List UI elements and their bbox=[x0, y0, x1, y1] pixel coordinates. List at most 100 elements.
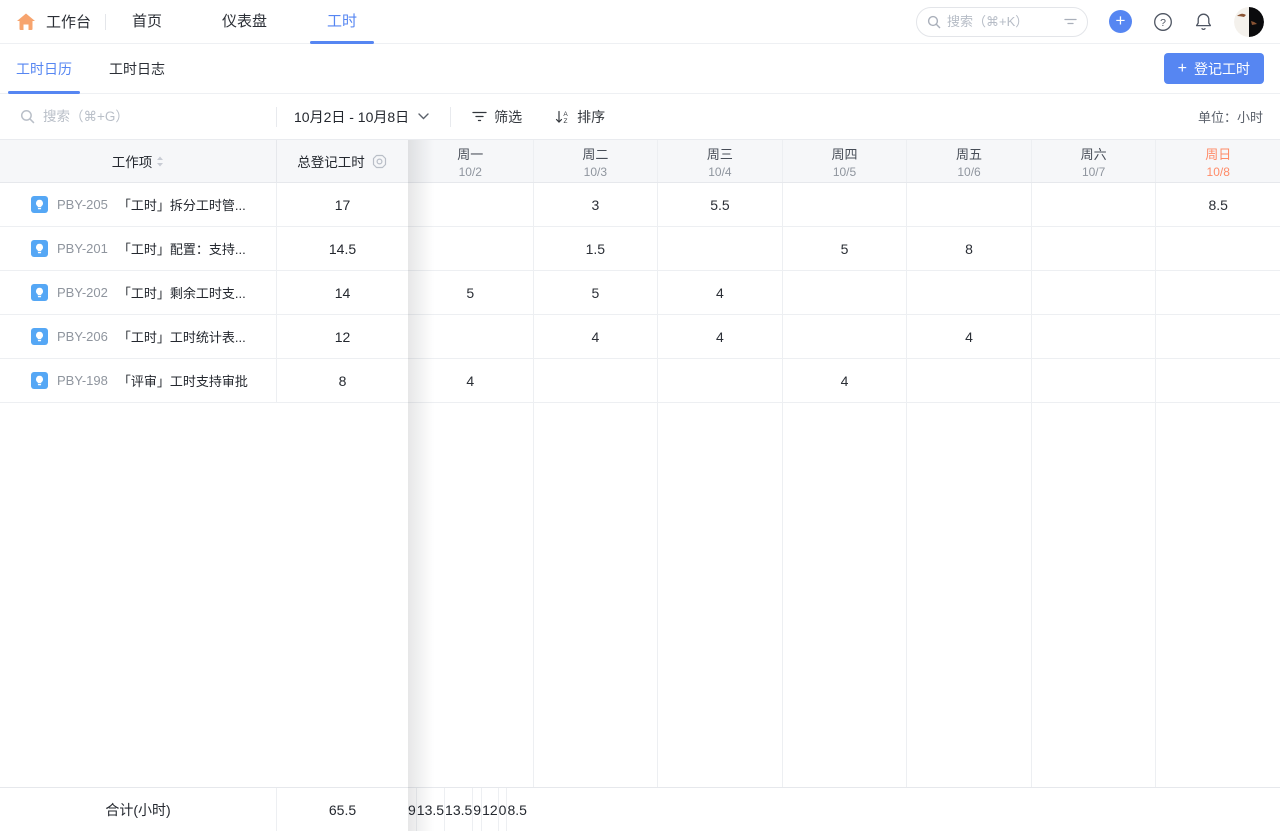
hours-cell[interactable] bbox=[1030, 183, 1156, 226]
register-hours-button[interactable]: + 登记工时 bbox=[1163, 53, 1264, 84]
hours-cell[interactable]: 4 bbox=[657, 315, 782, 358]
work-item-column-header[interactable]: 工作项 bbox=[0, 140, 277, 182]
tab-worktime-calendar[interactable]: 工时日历 bbox=[16, 44, 72, 94]
sort-az-icon: AZ bbox=[555, 110, 570, 124]
hours-cell[interactable]: 5 bbox=[408, 271, 533, 314]
day-column-header[interactable]: 周六 10/7 bbox=[1030, 140, 1156, 182]
create-new-button[interactable]: + bbox=[1109, 10, 1132, 33]
notification-bell-icon[interactable] bbox=[1194, 12, 1213, 32]
work-item-row[interactable]: PBY-205 「工时」拆分工时管... 17 bbox=[0, 183, 408, 227]
nav-item-worktime[interactable]: 工时 bbox=[327, 0, 357, 44]
filter-button[interactable]: 筛选 bbox=[472, 107, 522, 127]
nav-item-home[interactable]: 首页 bbox=[132, 0, 162, 44]
work-item-cell[interactable]: PBY-206 「工时」工时统计表... bbox=[0, 315, 277, 358]
totals-row-label: 合计(小时) bbox=[0, 788, 277, 831]
hours-cell[interactable] bbox=[1030, 359, 1156, 402]
day-column-header[interactable]: 周日 10/8 bbox=[1155, 140, 1280, 182]
search-filter-icon[interactable] bbox=[1064, 16, 1077, 28]
day-total-cell: 13.5 bbox=[444, 788, 472, 831]
hours-cell[interactable] bbox=[657, 227, 782, 270]
workbench-menu[interactable]: 工作台 bbox=[46, 11, 91, 32]
hours-cell[interactable]: 5 bbox=[781, 227, 907, 270]
sort-carets-icon[interactable] bbox=[156, 156, 164, 167]
total-hours-cell: 17 bbox=[334, 196, 351, 213]
work-item-row[interactable]: PBY-201 「工时」配置：支持... 14.5 bbox=[0, 227, 408, 271]
hours-cell[interactable]: 8 bbox=[906, 227, 1031, 270]
hours-cell[interactable]: 5 bbox=[532, 271, 658, 314]
hours-cell[interactable]: 4 bbox=[657, 271, 782, 314]
hours-cell[interactable] bbox=[906, 359, 1031, 402]
day-column-header[interactable]: 周四 10/5 bbox=[781, 140, 907, 182]
hours-cell[interactable] bbox=[906, 271, 1031, 314]
work-item-row[interactable]: PBY-202 「工时」剩余工时支... 14 bbox=[0, 271, 408, 315]
hours-cell[interactable] bbox=[408, 183, 533, 226]
work-item-cell[interactable]: PBY-205 「工时」拆分工时管... bbox=[0, 183, 277, 226]
hours-cell[interactable]: 4 bbox=[532, 315, 658, 358]
total-column-header: 总登记工时 bbox=[277, 140, 408, 182]
hours-cell[interactable]: 1.5 bbox=[532, 227, 658, 270]
tab-bar: 工时日历 工时日志 + 登记工时 bbox=[0, 44, 1280, 94]
hours-cell[interactable] bbox=[1030, 315, 1156, 358]
hours-cell[interactable]: 4 bbox=[408, 359, 533, 402]
tab-worktime-log[interactable]: 工时日志 bbox=[109, 44, 165, 94]
global-search-box[interactable] bbox=[916, 6, 1088, 37]
hours-cell[interactable]: 4 bbox=[906, 315, 1031, 358]
hours-cell[interactable] bbox=[1030, 271, 1156, 314]
hours-row: 444 bbox=[408, 315, 1280, 359]
top-nav: 工作台 首页 仪表盘 工时 + ? bbox=[0, 0, 1280, 44]
hours-cell[interactable] bbox=[408, 315, 533, 358]
work-item-id: PBY-205 bbox=[57, 197, 108, 212]
empty-grid-column bbox=[1155, 403, 1280, 787]
hours-cell[interactable] bbox=[1155, 315, 1280, 358]
hours-cell[interactable] bbox=[532, 359, 658, 402]
hours-cell[interactable] bbox=[781, 271, 907, 314]
hours-cell[interactable] bbox=[657, 359, 782, 402]
hours-cell[interactable]: 5.5 bbox=[657, 183, 782, 226]
date-label: 10/6 bbox=[957, 164, 981, 179]
day-column-header[interactable]: 周二 10/3 bbox=[532, 140, 658, 182]
weekday-label: 周四 bbox=[831, 146, 858, 162]
column-settings-gear-icon[interactable] bbox=[371, 153, 388, 170]
plus-icon: + bbox=[1177, 59, 1187, 77]
hours-cell[interactable] bbox=[1030, 227, 1156, 270]
user-avatar[interactable] bbox=[1234, 6, 1264, 37]
day-column-header[interactable]: 周五 10/6 bbox=[906, 140, 1031, 182]
work-item-row[interactable]: PBY-206 「工时」工时统计表... 12 bbox=[0, 315, 408, 359]
hours-cell[interactable] bbox=[781, 315, 907, 358]
weekday-label: 周二 bbox=[582, 146, 609, 162]
empty-grid-column bbox=[781, 403, 907, 787]
hours-cell[interactable] bbox=[781, 183, 907, 226]
day-column-header[interactable]: 周三 10/4 bbox=[657, 140, 782, 182]
work-item-cell[interactable]: PBY-198 「评审」工时支持审批 bbox=[0, 359, 277, 402]
day-total-cell: 9 bbox=[472, 788, 481, 831]
search-icon bbox=[927, 15, 941, 29]
work-item-cell[interactable]: PBY-202 「工时」剩余工时支... bbox=[0, 271, 277, 314]
hours-cell[interactable] bbox=[1155, 271, 1280, 314]
nav-item-dashboard[interactable]: 仪表盘 bbox=[222, 0, 267, 44]
hours-cell[interactable]: 4 bbox=[781, 359, 907, 402]
work-item-cell[interactable]: PBY-201 「工时」配置：支持... bbox=[0, 227, 277, 270]
empty-grid-column bbox=[1030, 403, 1156, 787]
home-icon[interactable] bbox=[16, 12, 36, 32]
hours-cell[interactable] bbox=[408, 227, 533, 270]
table-search-box[interactable] bbox=[0, 106, 277, 127]
help-icon[interactable]: ? bbox=[1153, 12, 1173, 32]
work-item-row[interactable]: PBY-198 「评审」工时支持审批 8 bbox=[0, 359, 408, 403]
work-item-id: PBY-198 bbox=[57, 373, 108, 388]
hours-cell[interactable] bbox=[1155, 227, 1280, 270]
empty-grid-column bbox=[657, 403, 782, 787]
date-label: 10/3 bbox=[583, 164, 608, 179]
hours-cell[interactable]: 3 bbox=[532, 183, 658, 226]
hours-cell[interactable]: 8.5 bbox=[1155, 183, 1280, 226]
grand-total-hours: 65.5 bbox=[328, 801, 357, 818]
hours-cell[interactable] bbox=[906, 183, 1031, 226]
total-hours-cell: 8 bbox=[338, 372, 347, 389]
global-search-input[interactable] bbox=[947, 14, 1058, 29]
table-search-input[interactable] bbox=[43, 109, 276, 124]
sort-button[interactable]: AZ 排序 bbox=[555, 107, 605, 127]
user-story-icon bbox=[31, 328, 48, 345]
day-column-header[interactable]: 周一 10/2 bbox=[408, 140, 533, 182]
hours-cell[interactable] bbox=[1155, 359, 1280, 402]
svg-text:Z: Z bbox=[564, 118, 568, 124]
date-range-picker[interactable]: 10月2日 - 10月8日 bbox=[294, 107, 429, 127]
